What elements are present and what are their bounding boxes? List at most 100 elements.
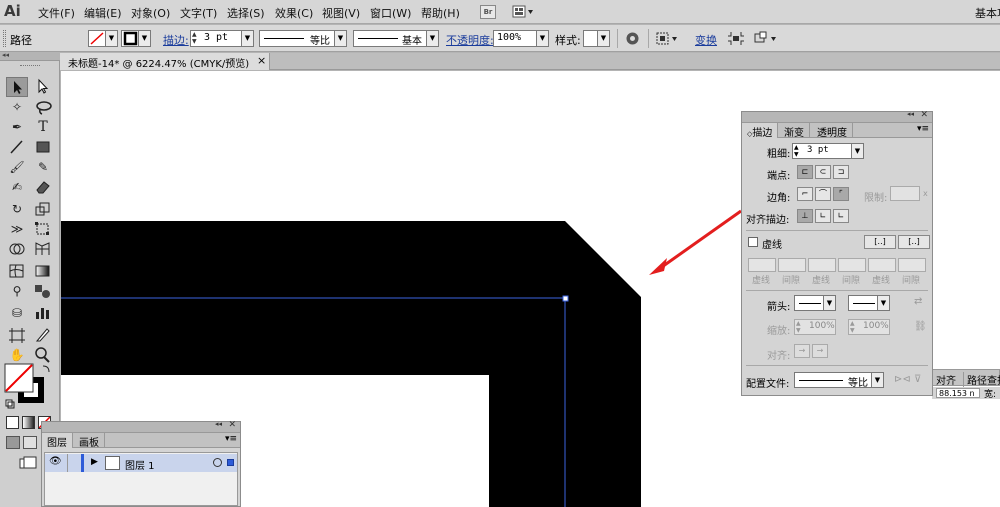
draw-behind-button[interactable] — [23, 436, 37, 449]
variable-width-profile-select[interactable]: 等比 ▼ — [259, 30, 347, 47]
end-scale-field[interactable]: ▲ ▼ 100% — [848, 319, 890, 335]
weight-field[interactable]: ▲ ▼ 3 pt ▼ — [792, 143, 864, 159]
tab-layers[interactable]: 图层 — [42, 433, 73, 449]
eraser-tool[interactable] — [32, 177, 54, 197]
close-tab-icon[interactable]: × — [257, 54, 266, 67]
close-icon[interactable]: ✕ — [920, 110, 928, 120]
bridge-button[interactable]: Br — [480, 5, 496, 19]
selection-tool[interactable] — [6, 77, 28, 97]
stroke-panel-link[interactable]: 描边: — [163, 32, 189, 48]
close-icon[interactable]: ✕ — [228, 420, 236, 430]
start-arrowhead-select[interactable]: ▼ — [794, 295, 836, 311]
dash-field-2[interactable] — [808, 258, 836, 272]
shape-builder-tool[interactable] — [6, 239, 28, 259]
artboard-tool[interactable] — [6, 325, 28, 345]
dash-field-3[interactable] — [868, 258, 896, 272]
mesh-tool[interactable] — [6, 261, 28, 281]
target-circle-icon[interactable] — [213, 458, 222, 467]
align-center-button[interactable]: ⊥ — [797, 209, 813, 223]
stepper-icon[interactable]: ▲ ▼ — [796, 320, 801, 334]
round-join-button[interactable]: ⌒ — [815, 187, 831, 201]
bevel-join-button[interactable]: ⌜ — [833, 187, 849, 201]
panel-menu-icon[interactable]: ▾≡ — [225, 434, 237, 444]
layer-row[interactable]: 👁 ▶ 图层 1 — [45, 454, 237, 472]
opacity-link[interactable]: 不透明度: — [446, 32, 494, 48]
arrow-place-button[interactable]: → — [812, 344, 828, 358]
zoom-tool[interactable] — [32, 345, 54, 365]
menu-view[interactable]: 视图(V) — [322, 5, 360, 21]
dash-field-1[interactable] — [748, 258, 776, 272]
slice-tool[interactable] — [32, 325, 54, 345]
swap-arrowheads-icon[interactable]: ⇄ — [914, 296, 922, 307]
collapse-icon[interactable]: ◂◂ — [2, 51, 9, 59]
arrange-documents-button[interactable] — [512, 5, 534, 19]
hand-tool[interactable]: ✋ — [6, 345, 28, 365]
dash-align-button[interactable]: [‥] — [898, 235, 930, 249]
collapse-icon[interactable]: ◂◂ — [907, 110, 914, 118]
tab-align[interactable]: 对齐 — [936, 372, 956, 387]
selection-square-icon[interactable] — [227, 459, 234, 466]
gradient-tool[interactable] — [32, 261, 54, 281]
flip-across-icon[interactable]: ⊽ — [914, 374, 921, 385]
limit-field[interactable] — [890, 186, 920, 201]
stepper-icon[interactable]: ▲ ▼ — [794, 144, 799, 158]
end-arrowhead-select[interactable]: ▼ — [848, 295, 890, 311]
tools-panel-titlebar[interactable]: ◂◂ — [0, 51, 60, 61]
pen-tool[interactable]: ✒ — [6, 117, 28, 137]
projecting-cap-button[interactable]: ⊐ — [833, 165, 849, 179]
layers-panel-titlebar[interactable]: ◂◂ ✕ — [42, 420, 240, 433]
dashed-line-checkbox[interactable] — [748, 237, 758, 247]
menu-type[interactable]: 文字(T) — [180, 5, 217, 21]
menu-select[interactable]: 选择(S) — [227, 5, 265, 21]
gradient-button[interactable] — [22, 416, 35, 429]
start-scale-field[interactable]: ▲ ▼ 100% — [794, 319, 836, 335]
stroke-weight-field[interactable]: ▲ ▼ 3 pt ▼ — [190, 30, 254, 47]
tab-stroke[interactable]: ◇描边 — [742, 123, 779, 139]
column-graph-tool[interactable] — [32, 303, 54, 323]
stroke-swatch[interactable]: ▼ — [121, 30, 151, 47]
tab-gradient[interactable]: 渐变 — [779, 123, 810, 139]
width-tool[interactable]: ≫ — [6, 219, 28, 239]
workspace-switcher[interactable]: 基本功 — [975, 5, 1000, 21]
fill-stroke-widget[interactable] — [4, 363, 54, 409]
screen-mode-button[interactable] — [18, 456, 40, 472]
symbol-sprayer-tool[interactable]: ⛁ — [6, 303, 28, 323]
lasso-tool[interactable] — [32, 97, 54, 117]
stroke-panel-titlebar[interactable]: ◂◂ ✕ — [742, 110, 932, 123]
paintbrush-tool[interactable]: 🖌 — [6, 157, 28, 177]
transform-link[interactable]: 变换 — [695, 32, 717, 48]
align-inside-button[interactable]: ∟ — [815, 209, 831, 223]
perspective-grid-tool[interactable] — [32, 239, 54, 259]
panel-menu-button[interactable] — [754, 31, 780, 46]
expand-triangle-icon[interactable]: ▶ — [91, 457, 98, 467]
isolate-button[interactable] — [728, 31, 744, 46]
round-cap-button[interactable]: ⊂ — [815, 165, 831, 179]
scale-tool[interactable] — [32, 199, 54, 219]
draw-normal-button[interactable] — [6, 436, 20, 449]
butt-cap-button[interactable]: ⊏ — [797, 165, 813, 179]
blob-brush-tool[interactable]: ✍ — [6, 177, 28, 197]
flip-along-icon[interactable]: ⊳⊲ — [894, 374, 911, 385]
tab-artboards[interactable]: 画板 — [74, 433, 105, 449]
align-outside-button[interactable]: ∟ — [833, 209, 849, 223]
dash-preserve-button[interactable]: [‥] — [864, 235, 896, 249]
menu-file[interactable]: 文件(F) — [38, 5, 75, 21]
stepper-icon[interactable]: ▲ ▼ — [192, 31, 201, 46]
gap-field-2[interactable] — [838, 258, 866, 272]
direct-selection-tool[interactable] — [32, 77, 54, 97]
graphic-style-select[interactable]: ▼ — [583, 30, 610, 47]
layer-name[interactable]: 图层 1 — [125, 457, 155, 472]
visibility-eye-icon[interactable]: 👁 — [49, 456, 62, 467]
free-transform-tool[interactable] — [32, 219, 54, 239]
tab-pathfinder[interactable]: 路径查找 — [963, 372, 1000, 387]
recolor-artwork-button[interactable] — [625, 31, 640, 46]
rotate-tool[interactable]: ↻ — [6, 199, 28, 219]
pencil-tool[interactable]: ✎ — [32, 157, 54, 177]
color-button[interactable] — [6, 416, 19, 429]
opacity-field[interactable]: 100% ▼ — [493, 30, 549, 47]
gap-field-3[interactable] — [898, 258, 926, 272]
menu-window[interactable]: 窗口(W) — [370, 5, 411, 21]
stepper-icon[interactable]: ▲ ▼ — [850, 320, 855, 334]
document-tab[interactable]: 未标题-14* @ 6224.47% (CMYK/预览) × — [60, 53, 270, 70]
arrow-extend-button[interactable]: → — [794, 344, 810, 358]
